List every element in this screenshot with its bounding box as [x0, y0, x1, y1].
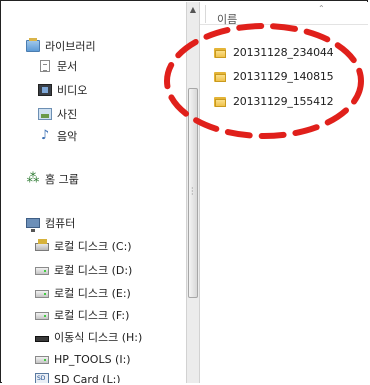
nav-label: HP_TOOLS (I:): [54, 352, 131, 366]
nav-item-drive-l[interactable]: SD Card (L:): [35, 370, 121, 383]
nav-item-drive-d[interactable]: 로컬 디스크 (D:): [35, 261, 132, 279]
document-icon: [40, 60, 50, 72]
nav-label: 라이브러리: [45, 40, 96, 53]
nav-label: 로컬 디스크 (E:): [54, 287, 131, 300]
nav-item-music[interactable]: ♪ 음악: [38, 127, 77, 145]
nav-label: 홈 그룹: [45, 173, 79, 186]
nav-label: 비디오: [57, 84, 88, 97]
scroll-up-arrow-icon[interactable]: ▲: [187, 2, 199, 16]
nav-label: SD Card (L:): [54, 372, 121, 384]
sort-arrow-icon: ⌃: [318, 4, 325, 13]
system-drive-icon: [35, 239, 49, 251]
explorer-window: 라이브러리 문서 비디오 사진 ♪ 음악 ⁂ 홈 그룹 컴퓨터 로컬 디스크 (…: [0, 0, 368, 383]
nav-item-homegroup[interactable]: ⁂ 홈 그룹: [26, 170, 79, 188]
nav-item-drive-c[interactable]: 로컬 디스크 (C:): [35, 237, 132, 255]
drive-icon: [35, 312, 49, 320]
sd-card-icon: [35, 372, 49, 383]
video-icon: [38, 84, 52, 96]
grip-icon: · · ·: [191, 184, 194, 199]
nav-item-computer[interactable]: 컴퓨터: [26, 214, 75, 232]
nav-label: 사진: [57, 108, 78, 121]
music-icon: ♪: [40, 128, 50, 143]
nav-label: 로컬 디스크 (D:): [54, 264, 133, 277]
nav-label: 이동식 디스크 (H:): [54, 331, 143, 344]
nav-item-drive-h[interactable]: 이동식 디스크 (H:): [35, 328, 142, 346]
nav-label: 컴퓨터: [45, 217, 76, 230]
library-icon: [26, 38, 40, 52]
removable-drive-icon: [35, 335, 49, 342]
drive-icon: [35, 267, 49, 275]
nav-item-pictures[interactable]: 사진: [38, 105, 77, 123]
nav-label: 문서: [57, 60, 78, 73]
nav-item-drive-i[interactable]: HP_TOOLS (I:): [35, 350, 131, 368]
computer-icon: [26, 218, 40, 232]
drive-icon: [35, 356, 49, 364]
homegroup-icon: ⁂: [26, 171, 40, 186]
nav-label: 음악: [57, 130, 78, 143]
drive-icon: [35, 290, 49, 298]
highlight-ellipse: [164, 23, 364, 139]
nav-item-libraries[interactable]: 라이브러리: [26, 37, 96, 55]
nav-label: 로컬 디스크 (C:): [54, 240, 132, 253]
nav-item-videos[interactable]: 비디오: [38, 81, 87, 99]
nav-label: 로컬 디스크 (F:): [54, 309, 130, 322]
nav-item-drive-f[interactable]: 로컬 디스크 (F:): [35, 306, 129, 324]
picture-icon: [38, 108, 52, 120]
highlight-ellipse-stroke: [164, 23, 364, 139]
nav-item-drive-e[interactable]: 로컬 디스크 (E:): [35, 284, 131, 302]
nav-item-documents[interactable]: 문서: [38, 57, 77, 75]
